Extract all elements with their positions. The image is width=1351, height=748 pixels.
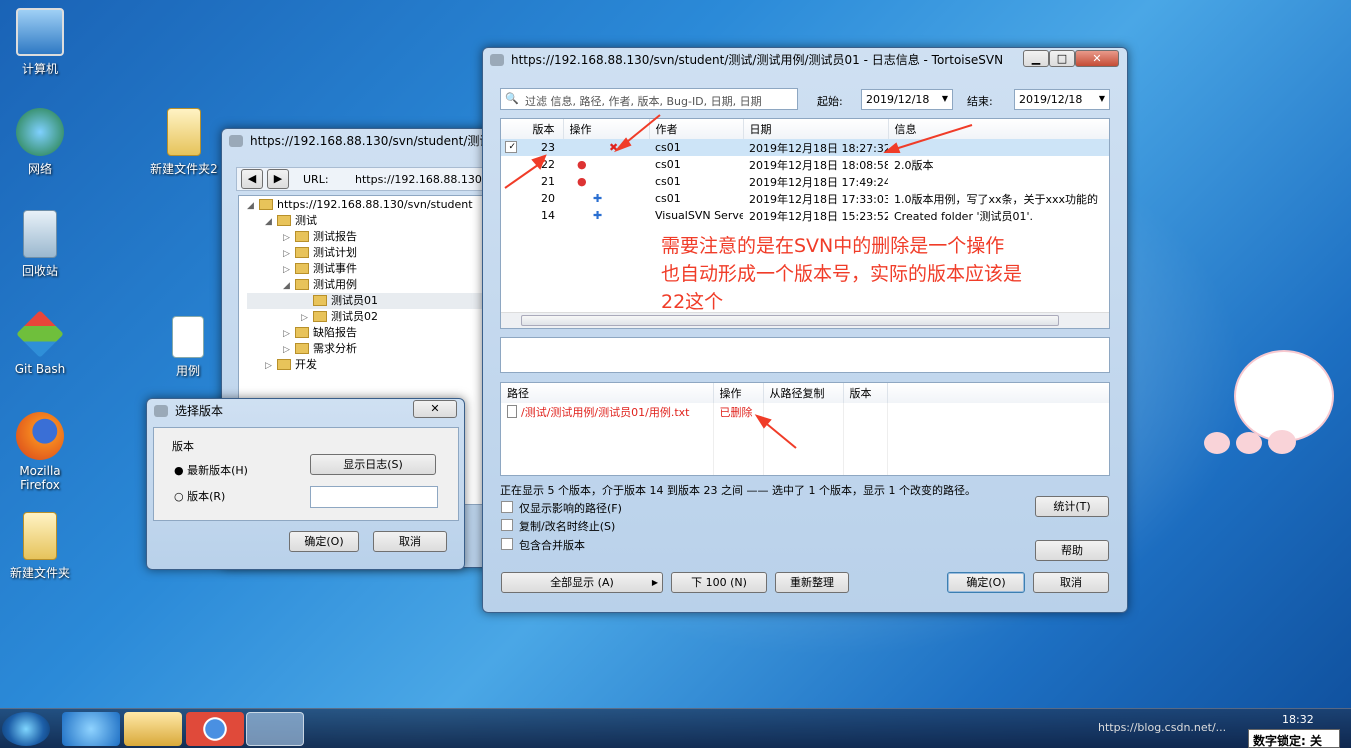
- explorer-taskbar-icon[interactable]: [124, 712, 182, 746]
- taskbar: https://blog.csdn.net/... 18:32 数字锁定: 关: [0, 708, 1351, 748]
- watermark: https://blog.csdn.net/...: [1098, 721, 1227, 734]
- arrowhead: [883, 142, 901, 153]
- annotation-arrows: [504, 114, 973, 449]
- ie-taskbar-icon[interactable]: [62, 712, 120, 746]
- clock[interactable]: 18:32: [1282, 713, 1314, 726]
- start-button[interactable]: [2, 712, 50, 746]
- arrow-to-message: [891, 124, 973, 151]
- numlock-indicator: 数字锁定: 关: [1248, 729, 1340, 748]
- arrowhead: [613, 137, 632, 153]
- tortoisesvn-taskbar-icon[interactable]: [246, 712, 304, 746]
- chrome-taskbar-icon[interactable]: [186, 712, 244, 746]
